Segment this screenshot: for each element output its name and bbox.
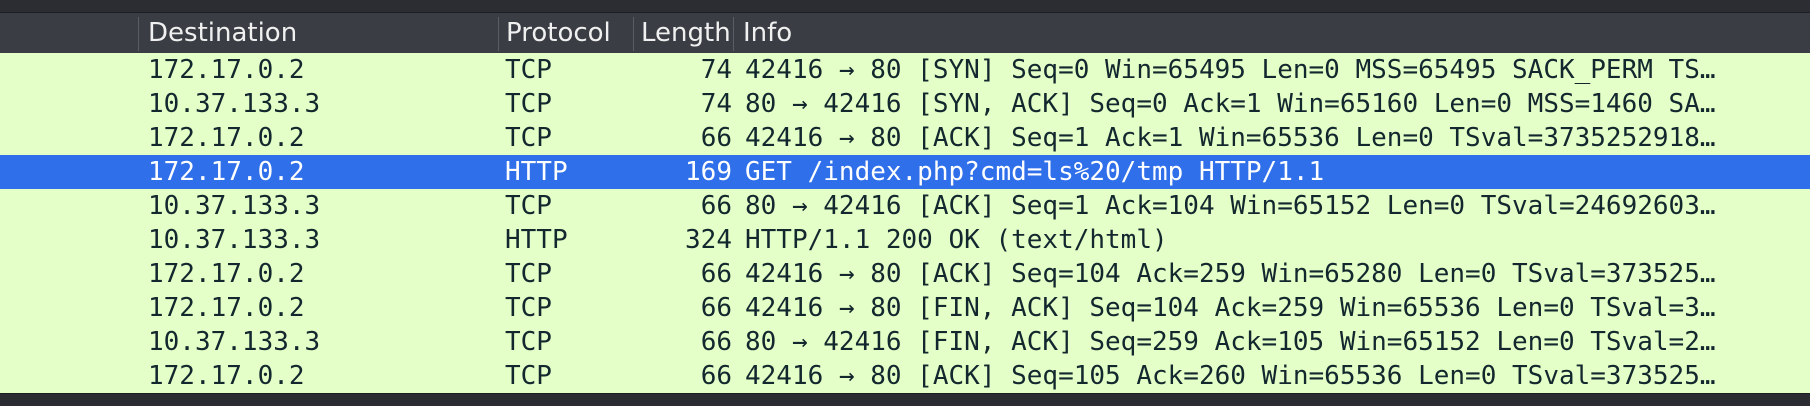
packet-info: 42416 → 80 [FIN, ACK] Seq=104 Ack=259 Wi… [745,293,1716,323]
packet-destination: 172.17.0.2 [148,259,305,289]
packet-info: 80 → 42416 [SYN, ACK] Seq=0 Ack=1 Win=65… [745,89,1716,119]
packet-protocol: TCP [505,123,552,153]
packet-length: 74 [700,55,732,85]
packet-length: 74 [700,89,732,119]
packet-protocol: TCP [505,259,552,289]
packet-destination: 172.17.0.2 [148,157,305,187]
packet-info: 42416 → 80 [ACK] Seq=105 Ack=260 Win=655… [745,361,1716,391]
packet-row[interactable]: 172.17.0.2 TCP 66 42416 → 80 [ACK] Seq=1… [0,257,1810,291]
column-separator[interactable] [138,17,139,51]
column-separator[interactable] [498,17,499,51]
packet-row[interactable]: 172.17.0.2 TCP 66 42416 → 80 [ACK] Seq=1… [0,121,1810,155]
packet-row[interactable]: 10.37.133.3 HTTP 324 HTTP/1.1 200 OK (te… [0,223,1810,257]
column-header-length[interactable]: Length [641,13,729,53]
packet-protocol: TCP [505,55,552,85]
packet-length: 66 [700,327,732,357]
packet-info: HTTP/1.1 200 OK (text/html) [745,225,1168,255]
packet-protocol: HTTP [505,225,568,255]
packet-destination: 172.17.0.2 [148,123,305,153]
packet-list-pane: Destination Protocol Length Info 172.17.… [0,0,1810,406]
column-separator[interactable] [733,17,734,51]
packet-protocol: TCP [505,327,552,357]
packet-destination: 10.37.133.3 [148,89,321,119]
packet-info: 42416 → 80 [ACK] Seq=1 Ack=1 Win=65536 L… [745,123,1716,153]
packet-info: 42416 → 80 [SYN] Seq=0 Win=65495 Len=0 M… [745,55,1716,85]
packet-protocol: TCP [505,191,552,221]
packet-length: 66 [700,191,732,221]
column-separator[interactable] [633,17,634,51]
pane-top-border [0,0,1810,13]
packet-row[interactable]: 172.17.0.2 TCP 74 42416 → 80 [SYN] Seq=0… [0,53,1810,87]
packet-length: 66 [700,123,732,153]
packet-row[interactable]: 10.37.133.3 TCP 66 80 → 42416 [FIN, ACK]… [0,325,1810,359]
packet-row[interactable]: 172.17.0.2 TCP 66 42416 → 80 [ACK] Seq=1… [0,359,1810,393]
packet-list-header: Destination Protocol Length Info [0,13,1810,53]
packet-row[interactable]: 10.37.133.3 TCP 66 80 → 42416 [ACK] Seq=… [0,189,1810,223]
packet-info: GET /index.php?cmd=ls%20/tmp HTTP/1.1 [745,157,1325,187]
packet-list: 172.17.0.2 TCP 74 42416 → 80 [SYN] Seq=0… [0,53,1810,393]
packet-protocol: TCP [505,89,552,119]
packet-destination: 10.37.133.3 [148,327,321,357]
packet-destination: 172.17.0.2 [148,293,305,323]
packet-destination: 10.37.133.3 [148,225,321,255]
packet-length: 66 [700,259,732,289]
packet-destination: 10.37.133.3 [148,191,321,221]
column-header-info[interactable]: Info [743,13,943,53]
packet-protocol: TCP [505,293,552,323]
packet-length: 169 [685,157,732,187]
packet-info: 80 → 42416 [ACK] Seq=1 Ack=104 Win=65152… [745,191,1716,221]
packet-info: 42416 → 80 [ACK] Seq=104 Ack=259 Win=652… [745,259,1716,289]
pane-bottom-border [0,393,1810,406]
packet-destination: 172.17.0.2 [148,361,305,391]
packet-length: 66 [700,361,732,391]
packet-destination: 172.17.0.2 [148,55,305,85]
packet-row[interactable]: 172.17.0.2 HTTP 169 GET /index.php?cmd=l… [0,155,1810,189]
column-header-destination[interactable]: Destination [148,13,488,53]
packet-protocol: TCP [505,361,552,391]
packet-info: 80 → 42416 [FIN, ACK] Seq=259 Ack=105 Wi… [745,327,1716,357]
column-header-protocol[interactable]: Protocol [506,13,631,53]
packet-row[interactable]: 172.17.0.2 TCP 66 42416 → 80 [FIN, ACK] … [0,291,1810,325]
packet-length: 324 [685,225,732,255]
packet-protocol: HTTP [505,157,568,187]
packet-row[interactable]: 10.37.133.3 TCP 74 80 → 42416 [SYN, ACK]… [0,87,1810,121]
packet-length: 66 [700,293,732,323]
